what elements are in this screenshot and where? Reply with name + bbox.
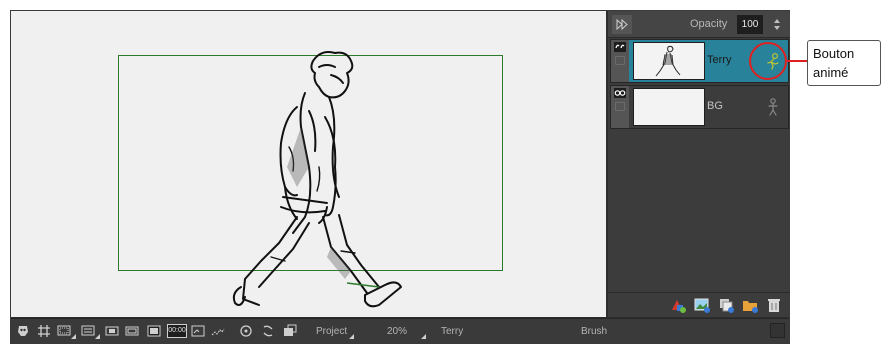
lock-icon[interactable] — [615, 56, 625, 65]
zoom-dropdown[interactable]: 20% — [387, 326, 407, 337]
field-guide-icon[interactable] — [81, 324, 95, 338]
view-mode-dropdown[interactable]: Project — [316, 326, 347, 337]
safe-area-icon[interactable] — [57, 324, 71, 338]
animate-button-icon[interactable] — [765, 97, 781, 117]
layers-panel-header: Opacity 100 — [608, 11, 790, 38]
visibility-eye-icon[interactable] — [614, 42, 626, 52]
callout-highlight-circle — [749, 42, 787, 80]
layer-name: BG — [707, 100, 723, 112]
rotate-view-icon[interactable] — [239, 324, 253, 338]
callout-connector — [787, 60, 807, 62]
callout-line-2: animé — [813, 65, 849, 80]
layer-controls — [611, 86, 629, 128]
duplicate-layer-icon[interactable] — [718, 297, 734, 313]
current-tool-label: Brush — [581, 326, 608, 337]
storyboard-window: Opacity 100 Terry BG 00:00 Project 20% T… — [10, 10, 790, 344]
add-drawing-layer-icon[interactable] — [670, 297, 686, 313]
add-group-icon[interactable] — [742, 297, 758, 313]
stage-view[interactable] — [11, 11, 606, 317]
grid-icon[interactable] — [37, 324, 51, 338]
layers-panel-footer — [608, 292, 790, 317]
opacity-label: Opacity — [690, 18, 728, 30]
dropdown-arrow-icon[interactable] — [349, 334, 354, 339]
timecode-icon[interactable]: 00:00 — [167, 324, 187, 338]
layer-name: Terry — [707, 54, 732, 66]
current-layer-label: Terry — [441, 326, 464, 337]
callout-label: Bouton animé — [807, 40, 881, 86]
dropdown-arrow-icon[interactable] — [421, 334, 426, 339]
layer-controls — [611, 40, 629, 82]
lock-icon[interactable] — [615, 102, 625, 111]
visibility-eye-icon[interactable] — [614, 88, 626, 98]
bottom-toolbar: 00:00 Project 20% Terry Brush — [11, 318, 789, 343]
dropdown-arrow-icon[interactable] — [95, 334, 100, 339]
add-image-layer-icon[interactable] — [694, 297, 710, 313]
camera-mask-icon[interactable] — [125, 324, 139, 338]
collapse-panel-icon[interactable] — [612, 15, 632, 34]
callout-line-1: Bouton — [813, 46, 855, 61]
opacity-field[interactable]: 100 — [737, 15, 763, 34]
light-table-icon[interactable] — [147, 324, 161, 338]
layer-thumbnail — [633, 42, 705, 80]
character-drawing — [232, 51, 402, 308]
dropdown-arrow-icon[interactable] — [71, 334, 76, 339]
flip-view-icon[interactable] — [261, 324, 275, 338]
layer-thumbnail — [633, 88, 705, 126]
layer-row-bg[interactable]: BG — [610, 85, 789, 129]
delete-layer-icon[interactable] — [766, 297, 782, 313]
opacity-stepper-icon[interactable] — [773, 18, 781, 31]
character-thumbnail-drawing — [655, 45, 681, 77]
show-image-icon[interactable] — [191, 324, 205, 338]
safe-frame-icon[interactable] — [105, 324, 119, 338]
strokes-icon[interactable] — [211, 324, 225, 338]
onion-skin-icon[interactable] — [16, 324, 30, 338]
snapshot-icon[interactable] — [283, 324, 297, 338]
toolbar-end-button[interactable] — [770, 323, 785, 338]
